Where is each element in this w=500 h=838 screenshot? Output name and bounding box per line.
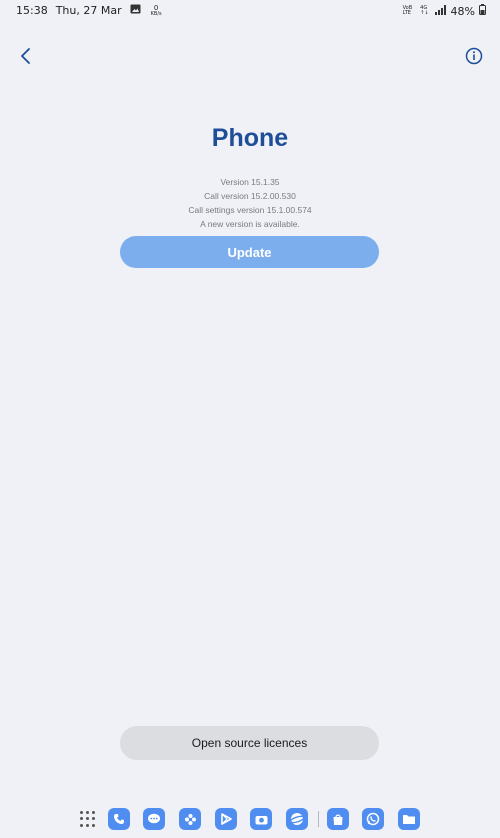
messages-icon[interactable] bbox=[143, 808, 165, 830]
status-right: VoB LTE 4G ↑↓ 48% bbox=[401, 4, 486, 18]
status-left: 15:38 Thu, 27 Mar 0 KB/s bbox=[16, 4, 162, 17]
camera-icon[interactable] bbox=[250, 808, 272, 830]
browser-icon[interactable] bbox=[286, 808, 308, 830]
version-info: Version 15.1.35 Call version 15.2.00.530… bbox=[0, 175, 500, 231]
update-notice: A new version is available. bbox=[200, 219, 300, 229]
app-title: Phone bbox=[211, 124, 289, 152]
info-circle-icon bbox=[465, 47, 483, 69]
battery-percent: 48% bbox=[450, 4, 475, 18]
dock-divider bbox=[318, 811, 319, 827]
status-date: Thu, 27 Mar bbox=[55, 4, 122, 17]
gallery-notification-icon bbox=[130, 4, 141, 17]
volte-indicator: VoB LTE bbox=[403, 6, 413, 16]
play-store-icon[interactable] bbox=[215, 808, 237, 830]
info-button[interactable] bbox=[460, 44, 488, 72]
store-icon[interactable] bbox=[327, 808, 349, 830]
app-version: Version 15.1.35 bbox=[220, 177, 280, 187]
update-button[interactable]: Update bbox=[120, 236, 379, 268]
volte-bottom: LTE bbox=[402, 10, 411, 16]
apps-grid-icon[interactable] bbox=[80, 811, 96, 827]
network-type-indicator: 4G ↑↓ bbox=[420, 6, 428, 16]
back-button[interactable] bbox=[12, 44, 40, 72]
open-source-licences-button[interactable]: Open source licences bbox=[120, 726, 379, 760]
app-dock bbox=[0, 805, 500, 833]
phone-icon[interactable] bbox=[108, 808, 130, 830]
status-bar: 15:38 Thu, 27 Mar 0 KB/s VoB LTE 4G ↑↓ 4… bbox=[0, 0, 500, 22]
files-icon[interactable] bbox=[398, 808, 420, 830]
whatsapp-icon[interactable] bbox=[362, 808, 384, 830]
status-time: 15:38 bbox=[16, 4, 48, 17]
network-bottom: ↑↓ bbox=[420, 10, 429, 16]
call-settings-version: Call settings version 15.1.00.574 bbox=[188, 205, 312, 215]
net-speed-unit: KB/s bbox=[150, 10, 162, 17]
gallery-icon[interactable] bbox=[179, 808, 201, 830]
chevron-left-icon bbox=[19, 47, 33, 69]
battery-icon bbox=[479, 4, 486, 18]
net-speed: 0 KB/s bbox=[150, 4, 162, 17]
call-version: Call version 15.2.00.530 bbox=[204, 191, 296, 201]
signal-icon bbox=[434, 4, 447, 18]
